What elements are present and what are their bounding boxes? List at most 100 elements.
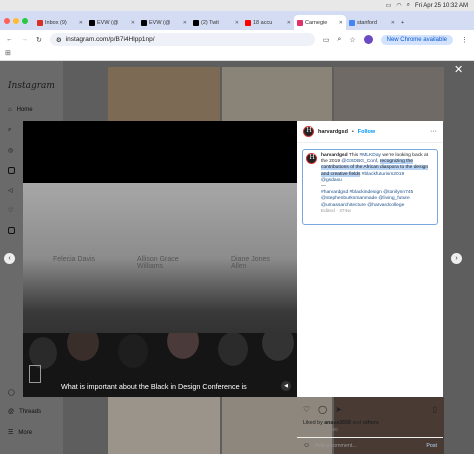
more-options-icon[interactable]: ··· — [430, 128, 437, 135]
close-icon[interactable]: ✕ — [339, 20, 343, 26]
avatar[interactable] — [306, 153, 317, 164]
instagram-logo[interactable]: Instagram — [8, 81, 55, 91]
browser-tabstrip: Inbox (9) ✕ EVW (@ ✕ EVW (@ ✕ (2) Twit ✕ 18 … — [0, 11, 474, 30]
mute-icon[interactable]: ◀ — [281, 381, 291, 391]
edited-timestamp: Edited · 374w — [321, 208, 351, 214]
nav-notifications[interactable]: ♡ — [8, 207, 13, 214]
instagram-icon — [297, 19, 303, 26]
new-tab-button[interactable]: + — [398, 15, 412, 30]
new-chrome-available-button[interactable]: New Chrome available — [380, 34, 453, 45]
video-frame: Felecia Davis Allison Grace Williams Dia… — [23, 183, 297, 397]
video-caption: What is important about the Black in Des… — [61, 382, 247, 391]
nav-search[interactable]: ⌕ — [8, 127, 11, 134]
maximize-window-button[interactable] — [22, 17, 28, 24]
create-icon — [8, 227, 15, 234]
close-icon[interactable]: ✕ — [131, 20, 135, 26]
nav-threads[interactable]: @ Threads — [8, 409, 41, 415]
browser-tab[interactable]: stanford ✕ — [346, 15, 398, 30]
x-icon — [193, 19, 199, 26]
zoom-icon[interactable]: ⌕ — [337, 36, 341, 44]
post-date: January 20, 2020 — [303, 427, 338, 432]
address-bar[interactable]: ⚙ instagram.com/p/B7i4Hlpp1np/ — [49, 33, 315, 46]
apps-grid-icon[interactable]: ⊞ — [5, 50, 11, 57]
browser-toolbar: ← → ↻ ⚙ instagram.com/p/B7i4Hlpp1np/ ▭ ⌕… — [0, 30, 474, 49]
close-icon[interactable]: ✕ — [235, 20, 239, 26]
gsd-logo-watermark — [29, 365, 41, 383]
browser-tab-active[interactable]: Carnegie ✕ — [294, 15, 346, 30]
nav-create[interactable] — [8, 227, 15, 234]
threads-icon: @ — [8, 409, 15, 415]
clock[interactable]: Fri Apr 25 10:32 AM — [415, 3, 468, 9]
chevron-left-icon: ‹ — [8, 255, 11, 262]
compass-icon: ◎ — [8, 148, 14, 154]
instagram-page: Instagram ⌂ Home ⌕ ◎ ◁ ♡ ◯ @ Threads ☰ More… — [0, 61, 474, 454]
grid-thumbnail[interactable] — [334, 67, 444, 123]
browser-tab[interactable]: (2) Twit ✕ — [190, 15, 242, 30]
heart-icon[interactable]: ♡ — [303, 405, 310, 414]
close-icon[interactable]: ✕ — [183, 20, 187, 26]
cast-icon[interactable]: ▭ — [323, 36, 330, 44]
window-controls — [4, 17, 28, 24]
reels-icon — [8, 167, 15, 174]
caption-comment: harvardgsd This #MLKDay we’re looking ba… — [302, 149, 438, 225]
menu-kebab-icon[interactable]: ⋮ — [461, 36, 468, 44]
minimize-window-button[interactable] — [13, 17, 19, 24]
menu-icon: ☰ — [8, 430, 14, 436]
youtube-icon — [245, 19, 251, 26]
post-video[interactable]: Felecia Davis Allison Grace Williams Dia… — [23, 121, 297, 397]
comment-input[interactable]: Add a comment... — [315, 443, 421, 449]
battery-icon[interactable]: ▭ — [386, 2, 392, 9]
share-icon[interactable]: ➤ — [335, 405, 342, 414]
post-header: harvardgsd • Follow ··· — [297, 121, 443, 143]
heart-icon: ♡ — [8, 208, 14, 214]
bookmark-star-icon[interactable]: ☆ — [349, 36, 355, 44]
post-comment-button[interactable]: Post — [426, 443, 437, 449]
x-icon — [89, 19, 95, 26]
nav-more[interactable]: ☰ More — [8, 429, 32, 437]
next-post-button[interactable]: › — [451, 253, 462, 264]
browser-tab[interactable]: Inbox (9) ✕ — [34, 15, 86, 30]
browser-tab[interactable]: EVW (@ ✕ — [138, 15, 190, 30]
back-icon[interactable]: ← — [6, 36, 13, 43]
grid-thumbnail[interactable] — [222, 67, 332, 123]
profile-avatar[interactable] — [363, 35, 373, 44]
close-icon[interactable]: ✕ — [391, 20, 395, 26]
emoji-icon[interactable]: ☺ — [303, 442, 310, 449]
x-icon — [141, 19, 147, 26]
backdrop-name: Felecia Davis — [53, 256, 96, 263]
nav-messages[interactable]: ◁ — [8, 187, 13, 194]
search-icon: ⌕ — [8, 127, 12, 133]
bookmarks-bar: ⊞ — [0, 49, 474, 61]
close-icon[interactable]: ✕ — [79, 20, 83, 26]
backdrop-name: Diane Jones Allen — [231, 256, 270, 270]
nav-reels[interactable] — [8, 167, 15, 174]
messages-icon: ◁ — [8, 188, 13, 194]
nav-explore[interactable]: ◎ — [8, 147, 13, 154]
google-icon — [349, 19, 355, 26]
backdrop-name: Allison Grace Williams — [137, 256, 179, 270]
gmail-icon — [37, 19, 43, 26]
follow-button[interactable]: Follow — [358, 129, 375, 135]
nav-activity[interactable]: ◯ — [8, 389, 15, 396]
site-info-icon[interactable]: ⚙ — [56, 36, 62, 44]
grid-thumbnail[interactable] — [108, 397, 220, 454]
comment-icon[interactable]: ◯ — [318, 405, 327, 414]
post-username[interactable]: harvardgsd — [318, 129, 348, 135]
reload-icon[interactable]: ↻ — [36, 36, 42, 44]
caption-text: harvardgsd This #MLKDay we’re looking ba… — [321, 153, 429, 214]
avatar[interactable] — [303, 126, 314, 137]
wifi-icon[interactable]: ◠ — [396, 2, 401, 9]
post-panel: harvardgsd • Follow ··· harvardgsd This … — [297, 121, 443, 449]
save-bookmark-icon[interactable]: ▯ — [433, 405, 437, 414]
search-icon[interactable]: ⌕ — [407, 2, 410, 9]
close-modal-icon[interactable]: ✕ — [454, 63, 463, 76]
previous-post-button[interactable]: ‹ — [4, 253, 15, 264]
close-icon[interactable]: ✕ — [287, 20, 291, 26]
browser-tab[interactable]: 18 accu ✕ — [242, 15, 294, 30]
forward-icon[interactable]: → — [21, 36, 28, 43]
browser-tab[interactable]: EVW (@ ✕ — [86, 15, 138, 30]
url-text: instagram.com/p/B7i4Hlpp1np/ — [65, 36, 155, 43]
grid-thumbnail[interactable] — [108, 67, 220, 123]
nav-home[interactable]: ⌂ Home — [8, 107, 33, 113]
close-window-button[interactable] — [4, 17, 10, 24]
